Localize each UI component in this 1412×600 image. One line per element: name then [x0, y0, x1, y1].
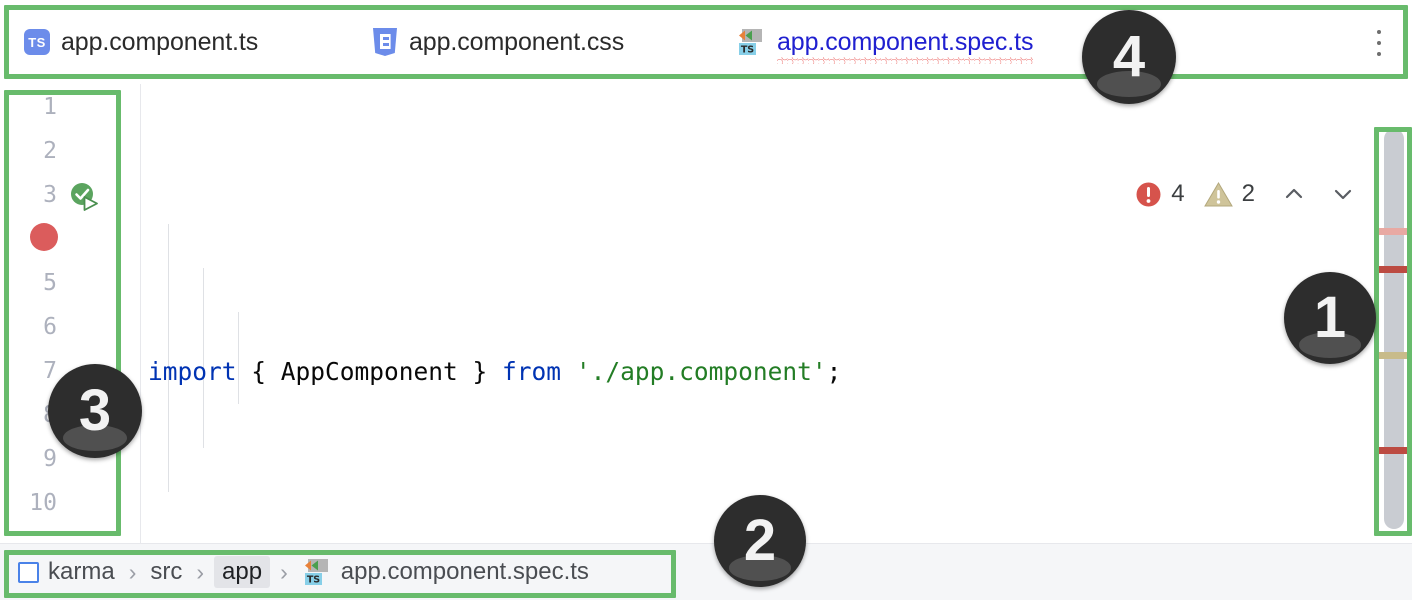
breadcrumb-item-file[interactable]: TS app.component.spec.ts [298, 555, 593, 589]
line-number: 10 [29, 490, 57, 516]
badge-number: 2 [743, 508, 777, 573]
more-tabs-menu-icon[interactable] [1368, 30, 1390, 56]
error-stripe-scrollbar[interactable] [1372, 84, 1412, 591]
warning-icon [1203, 181, 1233, 208]
breadcrumb-separator: › [280, 558, 288, 585]
breadcrumb-item-karma[interactable]: karma [14, 556, 119, 588]
badge-number: 1 [1313, 285, 1347, 350]
breadcrumb-separator: › [196, 558, 205, 585]
annotation-badge-1: 1 [1284, 272, 1376, 364]
editor-gutter[interactable]: 1 2 3 5 6 7 8 9 10 [0, 84, 141, 544]
line-number: 9 [43, 446, 57, 472]
module-icon [18, 561, 39, 583]
tab-app-component-ts[interactable]: TS app.component.ts [24, 20, 258, 64]
tab-app-component-spec-ts[interactable]: TS app.component.spec.ts [736, 20, 1034, 64]
annotation-badge-4: 4 [1082, 10, 1176, 104]
css-file-icon [372, 27, 398, 57]
previous-problem-chevron-up-icon[interactable] [1280, 180, 1308, 208]
warning-count: 2 [1241, 180, 1255, 207]
annotation-badge-3: 3 [48, 364, 142, 458]
scrollbar-thumb[interactable] [1384, 129, 1404, 529]
error-count: 4 [1171, 180, 1185, 207]
line-number: 1 [43, 94, 57, 120]
line-number: 5 [43, 270, 57, 296]
error-icon [1135, 181, 1162, 208]
ide-editor-screen: TS app.component.ts app.component.css TS… [0, 0, 1412, 600]
breadcrumb-item-app[interactable]: app [214, 556, 271, 588]
dot [1377, 41, 1381, 45]
breadcrumb-separator: › [128, 558, 137, 585]
breakpoint-marker[interactable] [30, 223, 58, 251]
line-number: 6 [43, 314, 57, 340]
breadcrumb-label: app.component.spec.ts [340, 558, 589, 585]
inspection-summary-widget: 4 2 [1135, 180, 1357, 208]
dot [1377, 52, 1381, 56]
stripe-marker-error[interactable] [1377, 447, 1407, 454]
badge-number: 4 [1112, 24, 1146, 89]
editor-tab-bar: TS app.component.ts app.component.css TS… [0, 0, 1412, 85]
line-number: 7 [43, 358, 57, 384]
stripe-marker-error[interactable] [1377, 266, 1407, 273]
code-text-area[interactable]: import { AppComponent } from './app.comp… [141, 84, 1372, 544]
tab-app-component-css[interactable]: app.component.css [372, 20, 624, 64]
next-problem-chevron-down-icon[interactable] [1329, 180, 1357, 208]
breadcrumb-label: src [150, 558, 183, 585]
run-test-icon[interactable] [68, 180, 102, 214]
tab-label: app.component.ts [61, 27, 259, 56]
svg-text:TS: TS [307, 574, 320, 585]
breadcrumb-item-src[interactable]: src [146, 556, 186, 588]
dot [1377, 30, 1381, 34]
svg-text:TS: TS [741, 44, 754, 55]
typescript-file-icon: TS [24, 29, 50, 55]
spec-typescript-file-icon: TS [736, 27, 766, 57]
breadcrumb-label: karma [48, 558, 115, 585]
spec-typescript-file-icon: TS [302, 557, 332, 587]
badge-number: 3 [78, 378, 112, 443]
breadcrumb-bar: karma › src › app › TS app.component.spe… [0, 543, 1412, 600]
line-number: 3 [43, 182, 57, 208]
line-number: 2 [43, 138, 57, 164]
tab-label: app.component.spec.ts [777, 27, 1034, 64]
stripe-marker-error[interactable] [1377, 228, 1407, 235]
tab-label: app.component.css [409, 27, 625, 56]
code-editor[interactable]: 1 2 3 5 6 7 8 9 10 import { AppCom [0, 84, 1412, 544]
breadcrumb-label: app [222, 558, 263, 585]
annotation-badge-2: 2 [714, 495, 806, 587]
stripe-marker-warning[interactable] [1377, 352, 1407, 359]
error-squiggle-underline [777, 56, 1034, 64]
tab-label-text: app.component.spec.ts [777, 27, 1034, 56]
code-line: import { AppComponent } from './app.comp… [148, 357, 842, 387]
